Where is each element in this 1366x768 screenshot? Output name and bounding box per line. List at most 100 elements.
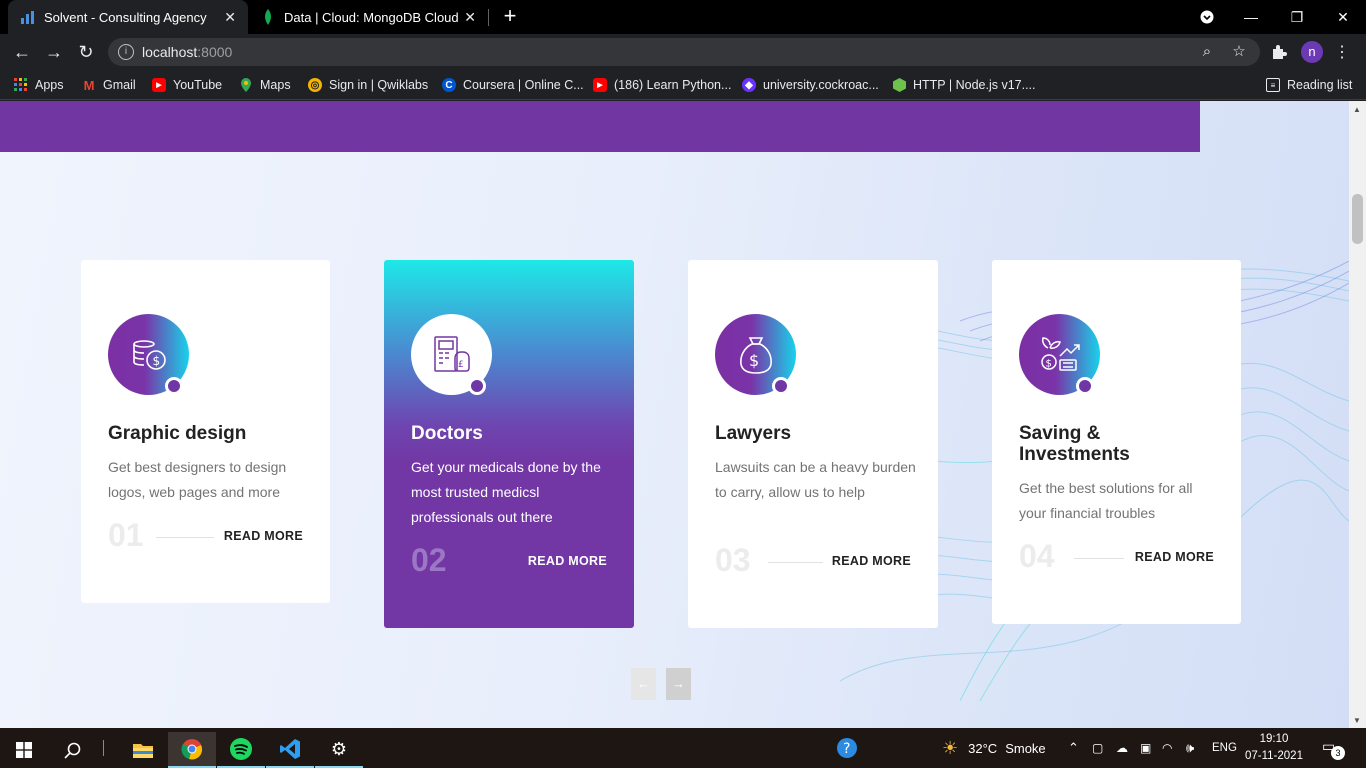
youtube-icon: ▶: [152, 78, 166, 92]
browser-menu-icon[interactable]: ⋮: [1334, 42, 1350, 62]
weather-sun-haze-icon: ☀: [942, 737, 959, 758]
carousel-next-button[interactable]: →: [666, 668, 691, 700]
hero-bottom-band: [0, 101, 1200, 152]
icon-accent-dot: [165, 377, 183, 395]
file-explorer-icon[interactable]: [119, 732, 167, 768]
service-card-doctors[interactable]: £ Doctors Get your medicals done by the …: [384, 260, 634, 628]
show-hidden-icons-icon[interactable]: ⌃: [1068, 728, 1079, 768]
wifi-icon[interactable]: ◠: [1162, 728, 1172, 768]
carousel-prev-button[interactable]: ←: [631, 668, 656, 700]
zoom-search-icon[interactable]: ⌕: [1198, 43, 1216, 61]
scroll-down-arrow-icon[interactable]: ▼: [1353, 716, 1361, 725]
volume-icon[interactable]: 🕪: [1186, 728, 1194, 768]
bookmarks-bar: Apps M Gmail ▶ YouTube Maps ◎ Sign in | Qwi…: [0, 70, 1366, 100]
close-tab-icon[interactable]: ✕: [464, 9, 476, 26]
new-tab-button[interactable]: +: [498, 4, 522, 28]
back-button[interactable]: ←: [8, 38, 36, 66]
reload-button[interactable]: ↻: [72, 38, 100, 66]
tab-mongodb[interactable]: Data | Cloud: MongoDB Cloud ✕: [248, 0, 488, 34]
taskbar-divider: [103, 740, 104, 756]
bookmark-qwiklabs[interactable]: ◎ Sign in | Qwiklabs: [308, 76, 428, 94]
card-description: Get your medicals done by the most trust…: [411, 459, 601, 525]
card-title: Lawyers: [715, 423, 792, 444]
card-title: Graphic design: [108, 423, 247, 444]
card-description: Get the best solutions for all your fina…: [1019, 480, 1193, 521]
close-window-button[interactable]: ✕: [1320, 0, 1366, 34]
bookmark-gmail[interactable]: M Gmail: [82, 76, 136, 94]
card-description: Get best designers to design logos, web …: [108, 459, 287, 500]
icon-accent-dot: [772, 377, 790, 395]
weather-widget[interactable]: ☀ 32°C Smoke: [942, 728, 1046, 768]
gmail-icon: M: [83, 77, 95, 93]
reading-list-icon: ≡: [1266, 78, 1280, 92]
page-viewport: $ Graphic design Get best designers to d…: [0, 101, 1349, 728]
tab-solvent[interactable]: Solvent - Consulting Agency ✕: [8, 0, 248, 34]
extensions-puzzle-icon[interactable]: [1270, 43, 1288, 61]
read-more-link[interactable]: READ MORE: [528, 554, 607, 568]
taskbar-clock[interactable]: 19:10 07-11-2021: [1240, 731, 1308, 765]
spotify-icon[interactable]: [217, 732, 265, 768]
browser-toolbar: ← → ↻ i localhost:8000 ⌕ ☆: [0, 34, 1366, 70]
windows-start-icon[interactable]: [0, 732, 48, 768]
coins-dollar-icon: $: [108, 314, 189, 395]
service-card-saving-investments[interactable]: $ Saving & Investments Get the best solu…: [992, 260, 1241, 624]
svg-text:$: $: [1045, 358, 1051, 369]
bookmark-cockroach[interactable]: ◆ university.cockroac...: [742, 76, 879, 94]
tab-title: Data | Cloud: MongoDB Cloud: [284, 9, 459, 25]
service-card-graphic-design[interactable]: $ Graphic design Get best designers to d…: [81, 260, 330, 603]
meet-now-icon[interactable]: ▢: [1092, 728, 1103, 768]
youtube-icon: ▶: [593, 78, 607, 92]
scrollbar-thumb[interactable]: [1352, 194, 1363, 244]
close-tab-icon[interactable]: ✕: [224, 9, 236, 26]
svg-text:?: ?: [843, 741, 850, 757]
service-card-lawyers[interactable]: $ Lawyers Lawsuits can be a heavy burden…: [688, 260, 938, 628]
card-title: Saving & Investments: [1019, 423, 1130, 465]
help-icon[interactable]: ?: [836, 728, 858, 768]
tab-title: Solvent - Consulting Agency: [44, 9, 207, 25]
minimize-button[interactable]: —: [1228, 0, 1274, 34]
apps-grid-icon: [14, 78, 28, 92]
money-bag-icon: $: [715, 314, 796, 395]
site-info-icon[interactable]: i: [118, 44, 134, 60]
address-bar[interactable]: i localhost:8000 ⌕ ☆: [108, 38, 1260, 66]
notification-count-badge: 3: [1331, 746, 1345, 760]
card-divider: [1074, 558, 1124, 559]
vscode-icon[interactable]: [266, 732, 314, 768]
forward-button[interactable]: →: [40, 38, 68, 66]
bookmark-apps[interactable]: Apps: [14, 76, 64, 94]
nodejs-icon: [892, 78, 906, 92]
settings-gear-icon[interactable]: ⚙: [315, 732, 363, 768]
profile-avatar[interactable]: n: [1301, 41, 1323, 63]
read-more-link[interactable]: READ MORE: [832, 554, 911, 568]
bookmark-coursera[interactable]: C Coursera | Online C...: [442, 76, 584, 94]
bookmark-nodejs[interactable]: HTTP | Node.js v17....: [892, 76, 1036, 94]
display-icon[interactable]: ▣: [1140, 728, 1151, 768]
scroll-up-arrow-icon[interactable]: ▲: [1353, 105, 1361, 114]
card-number: 01: [108, 517, 144, 553]
bookmark-learn-python[interactable]: ▶ (186) Learn Python...: [593, 76, 731, 94]
read-more-link[interactable]: READ MORE: [224, 529, 303, 543]
windows-taskbar: ⚙ ? ☀ 32°C Smoke ⌃ ▢ ☁ ▣ ◠ 🕪 ENG 19:10 0…: [0, 728, 1366, 768]
card-number: 03: [715, 542, 751, 578]
page-scrollbar[interactable]: ▲ ▼: [1349, 101, 1366, 728]
search-icon[interactable]: [48, 732, 96, 768]
tab-separator: [488, 9, 489, 26]
svg-text:$: $: [152, 354, 160, 368]
read-more-link[interactable]: READ MORE: [1135, 550, 1214, 564]
mongodb-leaf-icon: [260, 9, 276, 25]
card-divider: [156, 537, 214, 538]
bookmark-star-icon[interactable]: ☆: [1230, 43, 1248, 61]
bar-chart-icon: [20, 9, 36, 25]
maximize-button[interactable]: ❐: [1274, 0, 1320, 34]
language-indicator[interactable]: ENG: [1212, 728, 1237, 768]
bookmark-youtube[interactable]: ▶ YouTube: [152, 76, 222, 94]
chrome-taskbar-icon[interactable]: [168, 732, 216, 768]
calculator-money-icon: £: [411, 314, 492, 395]
reading-list-button[interactable]: ≡ Reading list: [1266, 76, 1352, 94]
svg-text:£: £: [458, 360, 464, 370]
card-number: 02: [411, 542, 447, 578]
bookmark-maps[interactable]: Maps: [239, 76, 291, 94]
url-text: localhost:8000: [142, 44, 233, 60]
tab-search-icon[interactable]: [1184, 0, 1230, 34]
onedrive-icon[interactable]: ☁: [1116, 728, 1128, 768]
